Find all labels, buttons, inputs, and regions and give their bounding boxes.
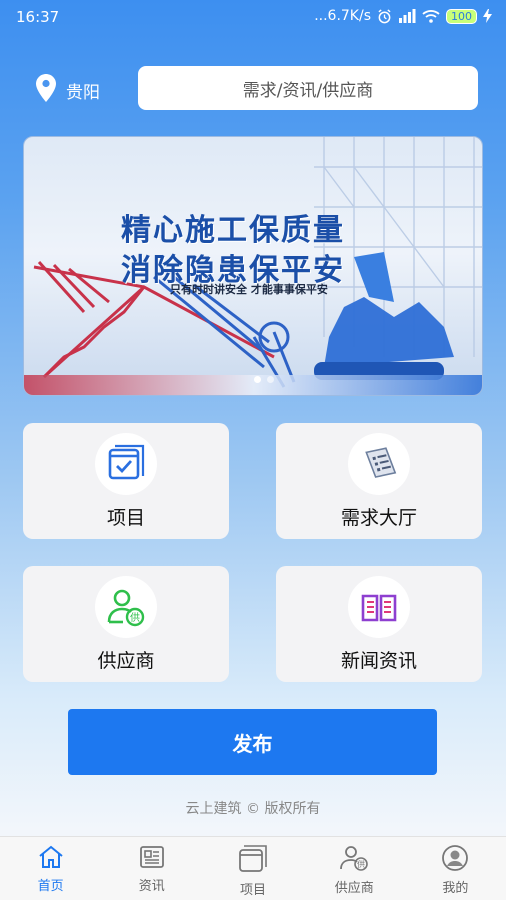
supplier-icon: 供 — [95, 576, 157, 638]
tab-profile-label: 我的 — [442, 881, 469, 896]
alarm-icon — [377, 8, 392, 24]
demand-hall-card-label: 需求大厅 — [340, 507, 417, 529]
status-time: 16:37 — [16, 8, 60, 26]
location-label: 贵阳 — [66, 82, 100, 103]
status-bar: 16:37 ...6.7K/s 100 — [0, 0, 506, 34]
banner-dot[interactable] — [267, 376, 274, 383]
project-icon — [95, 433, 157, 495]
project-card-label: 项目 — [106, 507, 145, 529]
demand-hall-card[interactable]: 需求大厅 — [276, 423, 482, 539]
charging-icon — [483, 9, 492, 23]
profile-icon — [442, 845, 469, 875]
news-icon — [348, 576, 410, 638]
supplier-card[interactable]: 供 供应商 — [23, 566, 229, 682]
bottom-tab-bar: 首页 资讯 项目 供 供应商 我的 — [0, 836, 506, 900]
search-input[interactable]: 需求/资讯/供应商 — [138, 66, 478, 110]
wifi-icon — [422, 9, 440, 23]
tab-news-label: 资讯 — [138, 879, 165, 894]
tab-project-label: 项目 — [240, 883, 267, 898]
network-speed: ...6.7K/s — [314, 8, 371, 24]
banner-pagination[interactable] — [254, 376, 274, 383]
tab-news[interactable]: 资讯 — [101, 837, 202, 900]
supplier-card-label: 供应商 — [97, 650, 155, 672]
location-selector[interactable]: 贵阳 — [36, 72, 100, 108]
project-tab-icon — [238, 845, 268, 877]
banner-subtitle: 只有时时讲安全 才能事事保平安 — [170, 283, 328, 296]
banner-dot[interactable] — [254, 376, 261, 383]
location-pin-icon — [36, 73, 56, 107]
publish-button[interactable]: 发布 — [68, 709, 437, 775]
signal-icon — [398, 9, 416, 23]
project-card[interactable]: 项目 — [23, 423, 229, 539]
tab-home[interactable]: 首页 — [0, 837, 101, 900]
tab-project[interactable]: 项目 — [202, 837, 303, 900]
status-icons: ...6.7K/s 100 — [314, 8, 492, 24]
news-tab-icon — [139, 845, 165, 873]
supplier-tab-icon: 供 — [339, 845, 369, 875]
promo-banner[interactable]: 精心施工保质量 消除隐患保平安 只有时时讲安全 才能事事保平安 — [23, 136, 483, 396]
battery-indicator: 100 — [446, 8, 477, 24]
home-icon — [38, 845, 64, 873]
tab-supplier-label: 供应商 — [334, 881, 374, 896]
svg-text:供: 供 — [357, 859, 365, 869]
news-card[interactable]: 新闻资讯 — [276, 566, 482, 682]
banner-headline-1: 精心施工保质量 — [121, 213, 345, 248]
svg-text:供: 供 — [130, 611, 140, 624]
tab-supplier[interactable]: 供 供应商 — [304, 837, 405, 900]
tab-profile[interactable]: 我的 — [405, 837, 506, 900]
demand-hall-icon — [348, 433, 410, 495]
tab-home-label: 首页 — [37, 879, 64, 894]
news-card-label: 新闻资讯 — [340, 650, 417, 672]
copyright-text: 云上建筑 © 版权所有 — [185, 801, 321, 817]
